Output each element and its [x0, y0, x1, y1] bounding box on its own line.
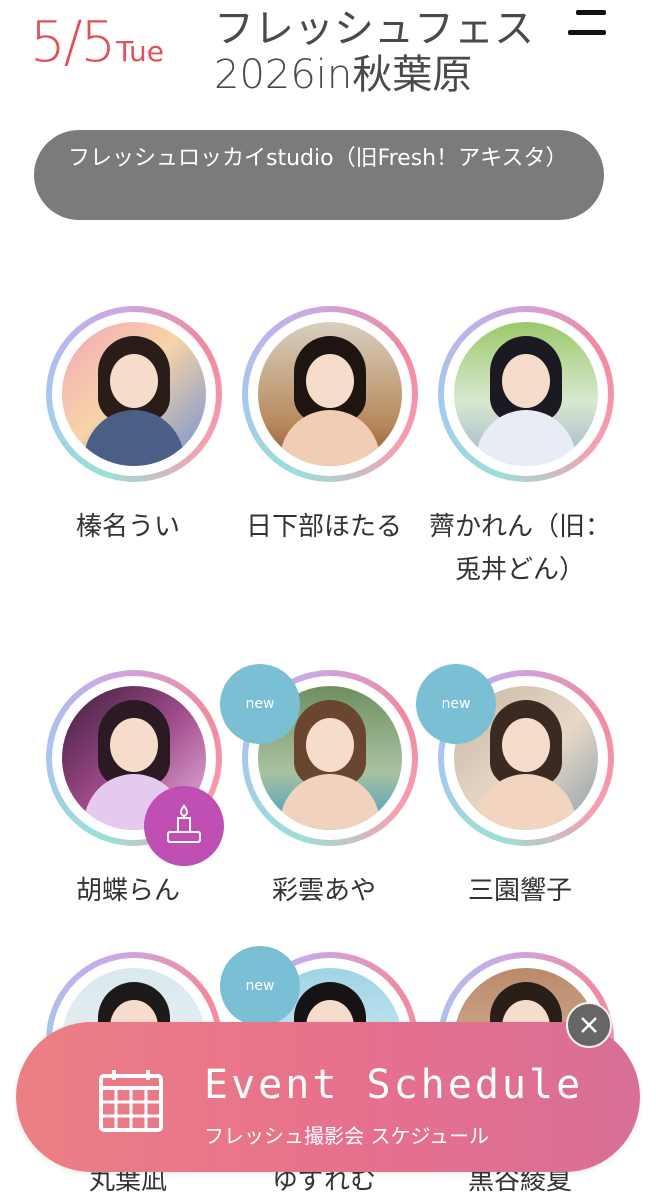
menu-line	[576, 10, 606, 15]
model-card[interactable]: 日下部ほたる	[226, 300, 422, 660]
page-header: 5/5Tue フレッシュフェス2026in秋葉原	[0, 0, 656, 120]
new-badge: new	[416, 664, 496, 744]
close-button[interactable]	[566, 1002, 612, 1048]
model-photo[interactable]	[454, 322, 598, 466]
model-photo-ring	[46, 306, 222, 482]
model-card[interactable]: 薺かれん（旧：兎丼どん）	[422, 300, 618, 660]
new-badge: new	[220, 946, 300, 1026]
model-card[interactable]: 胡蝶らん	[30, 664, 226, 924]
event-schedule-subtitle: フレッシュ撮影会 スケジュール	[204, 1124, 489, 1148]
menu-line	[568, 30, 606, 35]
birthday-badge	[144, 786, 224, 866]
calendar-icon	[99, 1070, 163, 1132]
model-photo-ring	[242, 306, 418, 482]
event-schedule-button[interactable]: Event Schedule フレッシュ撮影会 スケジュール	[16, 1022, 640, 1172]
model-photo[interactable]	[258, 322, 402, 466]
model-card[interactable]: new 三園響子	[416, 664, 618, 924]
model-name[interactable]: 薺かれん（旧：兎丼どん）	[422, 506, 618, 592]
venue-pill[interactable]: フレッシュロッカイstudio（旧Fresh！アキスタ）	[34, 130, 604, 220]
hamburger-menu-icon[interactable]	[566, 4, 614, 40]
model-name[interactable]: 彩雲あや	[226, 870, 422, 913]
model-name[interactable]: 三園響子	[422, 870, 618, 913]
model-photo-ring	[438, 306, 614, 482]
event-date: 5/5Tue	[30, 10, 164, 75]
model-photo[interactable]	[62, 322, 206, 466]
event-schedule-title: Event Schedule	[204, 1062, 584, 1108]
model-name[interactable]: 日下部ほたる	[226, 506, 422, 549]
event-date-month-day: 5/5	[30, 10, 116, 75]
model-card[interactable]: new 彩雲あや	[220, 664, 422, 924]
new-badge: new	[220, 664, 300, 744]
model-name[interactable]: 胡蝶らん	[30, 870, 226, 913]
model-card[interactable]: 榛名うい	[30, 300, 226, 660]
model-name[interactable]: 榛名うい	[30, 506, 226, 549]
event-title: フレッシュフェス2026in秋葉原	[214, 6, 534, 98]
event-date-weekday: Tue	[116, 35, 164, 68]
close-icon	[581, 1017, 597, 1033]
cake-icon	[167, 804, 201, 843]
